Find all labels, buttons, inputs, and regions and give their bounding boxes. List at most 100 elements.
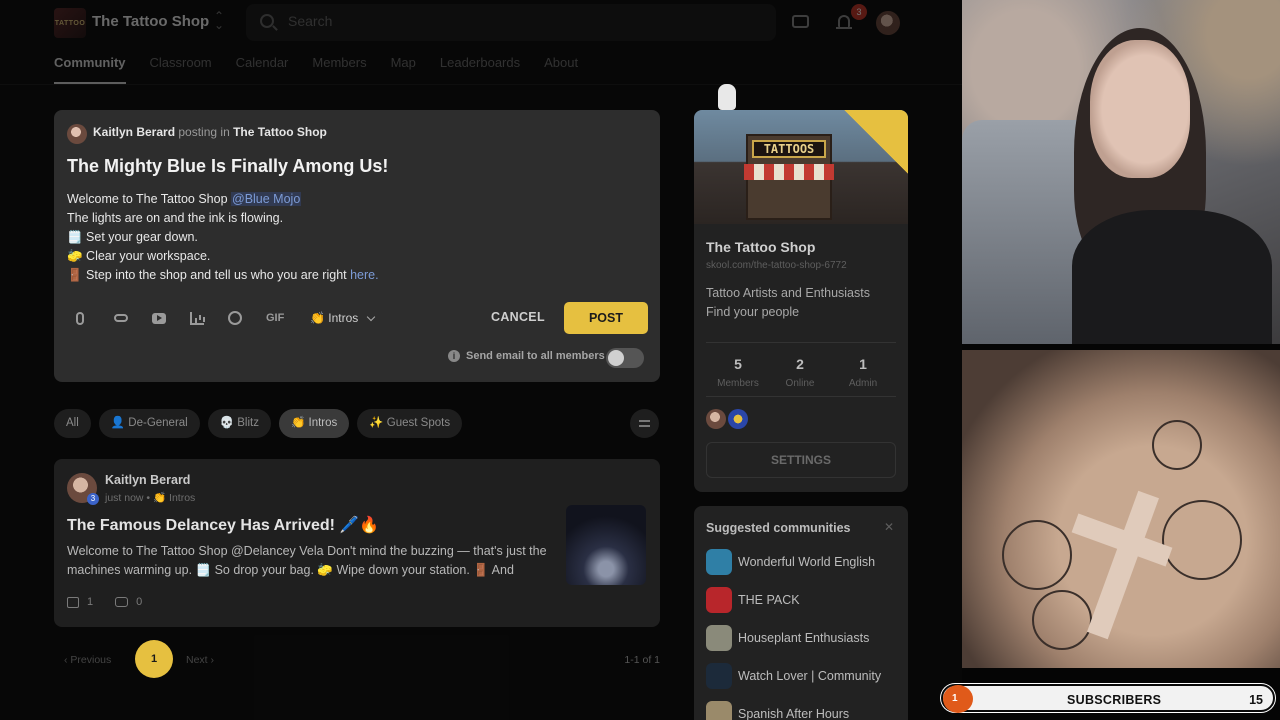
suggested-item[interactable]: Wonderful World English [706,549,875,575]
page-count: 1-1 of 1 [624,654,660,666]
member-avatar[interactable] [706,409,726,429]
next-page[interactable]: Next › [186,654,214,666]
stat-label: Admin [848,378,878,389]
chat-icon[interactable] [792,15,809,28]
filter-blitz[interactable]: 💀 Blitz [207,409,271,438]
tab-members[interactable]: Members [312,55,366,84]
tab-about[interactable]: About [544,55,578,84]
community-banner: TATTOOS [694,110,908,224]
tattoo-flower [1032,590,1092,650]
info-icon[interactable]: i [448,350,460,362]
category-value: 👏 Intros [310,311,359,325]
tab-community[interactable]: Community [54,55,126,84]
comment-button[interactable]: 0 [115,596,142,608]
close-icon[interactable]: ✕ [884,520,894,534]
settings-button[interactable]: SETTINGS [706,442,896,478]
webcam-face-panel [962,0,1280,344]
user-avatar[interactable] [876,11,900,35]
comment-count: 0 [136,596,143,608]
like-icon [67,596,79,608]
post-body-field[interactable]: Welcome to The Tattoo Shop @Blue Mojo Th… [67,190,379,285]
divider [706,396,896,397]
community-switcher-icon[interactable]: ⌃ ⌄ [214,10,224,31]
category-select[interactable]: 👏 Intros [310,311,376,325]
community-icon [706,701,732,720]
community-name[interactable]: The Tattoo Shop [92,13,209,30]
subscriber-goal-bar: 1 SUBSCRIBERS 15 [941,684,1275,713]
video-button[interactable] [152,309,190,327]
member-avatar[interactable] [728,409,748,429]
suggested-title: Suggested communities [706,521,851,535]
suggested-item[interactable]: Houseplant Enthusiasts [706,625,869,651]
post-author[interactable]: Kaitlyn Berard [105,473,190,487]
stat-label: Online [785,378,815,389]
gif-icon: GIF [266,312,285,324]
prev-page[interactable]: ‹ Previous [64,654,111,666]
post-button[interactable]: POST [564,302,648,334]
search-bar[interactable] [246,4,776,41]
author-level-badge: 3 [87,493,99,505]
filter-guest-spots[interactable]: ✨ Guest Spots [357,409,463,438]
search-input[interactable] [288,13,688,29]
filter-all[interactable]: All [54,409,91,438]
tab-calendar[interactable]: Calendar [236,55,289,84]
post-title[interactable]: The Famous Delancey Has Arrived! 🖊️🔥 [67,515,379,535]
gif-button[interactable]: GIF [266,309,304,327]
about-url[interactable]: skool.com/the-tattoo-shop-6772 [706,260,847,271]
powered-ribbon [844,110,908,174]
filter-intros[interactable]: 👏 Intros [279,409,350,438]
community-icon [706,587,732,613]
stat-members[interactable]: 5 Members [708,356,768,389]
stat-online[interactable]: 2 Online [770,356,830,389]
streamer-body [1072,210,1272,344]
post-title-field[interactable]: The Mighty Blue Is Finally Among Us! [67,156,388,177]
suggested-name: Watch Lover | Community [738,669,882,683]
tab-leaderboards[interactable]: Leaderboards [440,55,520,84]
post-card[interactable]: 3 Kaitlyn Berard just now • 👏 Intros The… [54,459,660,627]
skool-page: TATTOO The Tattoo Shop ⌃⌄ 3 Community Cl… [0,0,962,720]
like-button[interactable]: 1 [67,596,93,608]
mention[interactable]: @Blue Mojo [231,192,302,206]
current-page[interactable]: 1 [135,640,173,678]
suggested-name: Spanish After Hours [738,707,850,720]
suggested-item[interactable]: Watch Lover | Community [706,663,881,689]
about-description: Tattoo Artists and Enthusiasts Find your… [706,284,870,322]
post-meta: just now • 👏 Intros [105,492,196,504]
poll-button[interactable] [190,309,228,327]
body-line: 🗒️ Set your gear down. [67,230,198,244]
emoji-icon [228,311,242,325]
composer-posting-info: Kaitlyn Berard posting in The Tattoo Sho… [93,125,327,139]
suggested-item[interactable]: Spanish After Hours [706,701,849,720]
filter-de-general[interactable]: 👤 De-General [98,409,200,438]
cancel-button[interactable]: CANCEL [491,310,545,324]
stat-admin[interactable]: 1 Admin [833,356,893,389]
post-excerpt: Welcome to The Tattoo Shop @Delancey Vel… [67,544,547,577]
body-link[interactable]: here. [350,268,379,282]
emoji-button[interactable] [228,309,266,327]
desc-line: Find your people [706,305,800,319]
attach-button[interactable] [76,309,114,327]
email-members-row: i Send email to all members [448,350,605,362]
sort-filter-icon[interactable] [630,409,659,438]
stat-value: 1 [859,356,867,372]
subscribers-label: SUBSCRIBERS [1067,693,1162,707]
email-label: Send email to all members [466,350,605,362]
tab-map[interactable]: Map [391,55,416,84]
category-filters: All 👤 De-General 💀 Blitz 👏 Intros ✨ Gues… [54,409,463,438]
awning [744,164,834,180]
community-icon [706,549,732,575]
community-logo[interactable]: TATTOO [54,8,86,38]
suggested-name: Wonderful World English [738,555,876,569]
community-icon [706,663,732,689]
suggested-item[interactable]: THE PACK [706,587,800,613]
post-composer: Kaitlyn Berard posting in The Tattoo Sho… [54,110,660,382]
webcam-tattoo-panel [962,350,1280,668]
post-thumbnail[interactable] [566,505,646,585]
search-icon [260,14,274,28]
subscriber-badge: 1 [943,685,973,713]
email-toggle[interactable] [606,348,644,368]
link-button[interactable] [114,309,152,327]
stat-label: Members [717,378,759,389]
tab-classroom[interactable]: Classroom [150,55,212,84]
bell-icon[interactable] [836,14,852,30]
